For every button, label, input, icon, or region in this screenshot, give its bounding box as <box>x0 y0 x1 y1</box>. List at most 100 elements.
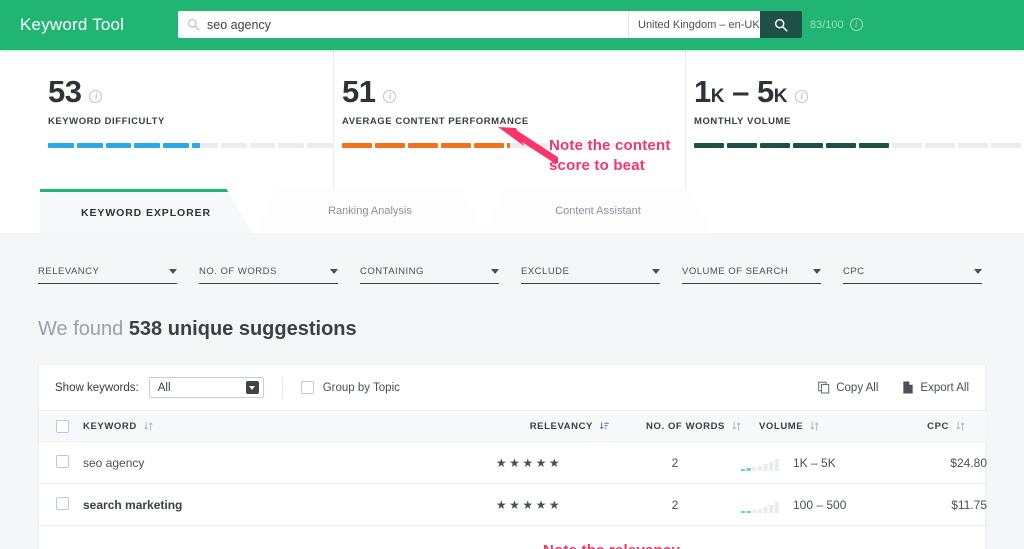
col-cpc[interactable]: CPC <box>921 410 987 442</box>
file-export-icon <box>903 381 914 394</box>
col-cpc-label: CPC <box>927 420 949 432</box>
segment <box>163 143 189 148</box>
metric-value: 53 i <box>48 76 333 107</box>
quota-count: 83/100 <box>810 18 844 31</box>
chevron-down-icon <box>491 269 499 274</box>
select-all-checkbox[interactable] <box>56 419 69 433</box>
results-count: 538 unique suggestions <box>128 318 357 340</box>
export-all-button[interactable]: Export All <box>902 381 969 394</box>
table-toolbar: Show keywords: All Group by Topic Copy A… <box>39 365 985 410</box>
volume-text: 100 – 500 <box>793 497 847 512</box>
copy-all-button[interactable]: Copy All <box>818 381 878 394</box>
sort-icon[interactable] <box>810 421 819 431</box>
info-icon[interactable]: i <box>849 18 863 31</box>
info-icon[interactable]: i <box>794 90 808 103</box>
tab-keyword-explorer[interactable]: KEYWORD EXPLORER <box>40 189 252 233</box>
col-select-all[interactable] <box>39 410 83 442</box>
sort-icon[interactable] <box>956 421 965 431</box>
segment <box>76 143 103 148</box>
sort-desc-icon[interactable] <box>600 421 609 431</box>
difficulty-segment-bar <box>48 143 333 148</box>
filter-volume-of-search[interactable]: VOLUME OF SEARCH <box>682 266 821 284</box>
search-submit-button[interactable] <box>760 11 802 38</box>
results-summary: We found 538 unique suggestions <box>38 318 357 341</box>
table-row[interactable]: search marketing ★★★★★ 2 100 – 500 $11.75 <box>39 483 987 526</box>
col-relevancy[interactable]: RELEVANCY <box>449 410 609 442</box>
show-keywords-select[interactable]: All <box>148 377 264 398</box>
brand-title: Keyword Tool <box>20 15 125 34</box>
segment <box>220 143 247 148</box>
segment <box>727 143 757 148</box>
keyword-text: seo agency <box>83 455 145 470</box>
app-header: Keyword Tool United Kingdom – en-UK <box>0 0 1024 50</box>
segment <box>991 143 1021 148</box>
volume-sparkline-icon <box>741 458 779 471</box>
filter-exclude[interactable]: EXCLUDE <box>521 266 660 284</box>
annotation-arrow-content-score <box>498 127 558 164</box>
cell-keyword[interactable]: search marketing <box>83 483 449 526</box>
sort-icon[interactable] <box>732 421 741 431</box>
filter-label: EXCLUDE <box>521 266 570 277</box>
row-select-cell[interactable] <box>39 441 83 484</box>
cell-volume: 1K – 5K <box>741 441 921 484</box>
tab-content-assistant[interactable]: Content Assistant <box>483 189 713 233</box>
info-icon[interactable]: i <box>383 90 397 103</box>
segment <box>307 143 333 148</box>
col-keyword[interactable]: KEYWORD <box>83 410 449 442</box>
table-header-row: KEYWORD RELEVANCY NO. OF WORDS VOLUME CP… <box>39 410 987 442</box>
table-row[interactable]: seo agency ★★★★★ 2 1K – 5K $24.80 <box>39 441 987 484</box>
row-checkbox[interactable] <box>56 496 69 510</box>
chevron-down-icon <box>974 269 982 274</box>
search-bar: United Kingdom – en-UK <box>178 11 802 38</box>
main-content: RELEVANCY NO. OF WORDS CONTAINING EXCLUD… <box>0 233 1024 549</box>
keyword-text: search marketing <box>83 497 183 512</box>
segment <box>249 143 276 148</box>
segment <box>958 143 988 148</box>
search-icon <box>774 18 788 31</box>
col-no-of-words[interactable]: NO. OF WORDS <box>609 410 741 442</box>
filter-label: VOLUME OF SEARCH <box>682 266 789 277</box>
cell-cpc: $11.75 <box>921 483 987 526</box>
keyword-tool-app: Keyword Tool United Kingdom – en-UK <box>0 0 1024 549</box>
segment <box>278 143 305 148</box>
info-icon[interactable]: i <box>89 90 103 103</box>
chevron-down-icon <box>169 269 177 274</box>
cell-keyword[interactable]: seo agency <box>83 441 449 484</box>
segment <box>408 143 438 148</box>
cell-cpc: $24.80 <box>921 441 987 484</box>
filter-no-of-words[interactable]: NO. OF WORDS <box>199 266 338 284</box>
sort-icon[interactable] <box>144 421 153 431</box>
filter-label: CPC <box>843 266 865 277</box>
search-input[interactable] <box>207 12 607 37</box>
col-no-of-words-label: NO. OF WORDS <box>646 420 725 432</box>
segment <box>760 143 790 148</box>
cell-relevancy: ★★★★★ <box>449 483 609 526</box>
tab-ranking-analysis[interactable]: Ranking Analysis <box>255 189 485 233</box>
volume-segment-bar <box>694 143 1024 148</box>
tab-label: KEYWORD EXPLORER <box>81 206 211 219</box>
filter-relevancy[interactable]: RELEVANCY <box>38 266 177 284</box>
locale-select[interactable]: United Kingdom – en-UK <box>628 11 766 38</box>
export-all-label: Export All <box>920 381 969 394</box>
metrics-panel: 53 i KEYWORD DIFFICULTY 51 i AVERAGE CON… <box>0 50 1024 189</box>
col-relevancy-label: RELEVANCY <box>529 420 593 432</box>
filter-containing[interactable]: CONTAINING <box>360 266 499 284</box>
table-head: KEYWORD RELEVANCY NO. OF WORDS VOLUME CP… <box>39 410 987 442</box>
row-checkbox[interactable] <box>56 454 69 468</box>
keywords-card: Show keywords: All Group by Topic Copy A… <box>38 364 987 549</box>
row-select-cell[interactable] <box>39 483 83 526</box>
filter-cpc[interactable]: CPC <box>843 266 982 284</box>
segment <box>793 143 823 148</box>
search-box[interactable] <box>178 11 628 38</box>
col-volume[interactable]: VOLUME <box>741 410 921 442</box>
cell-no-of-words: 2 <box>609 441 741 484</box>
annotation-content-score: Note the content score to beat <box>549 137 671 175</box>
segment <box>375 143 405 148</box>
col-keyword-label: KEYWORD <box>83 420 137 432</box>
group-by-topic-checkbox[interactable]: Group by Topic <box>300 381 400 394</box>
chevron-down-icon <box>652 269 660 274</box>
metric-value-text: 1K – 5K <box>694 74 787 109</box>
metric-keyword-difficulty: 53 i KEYWORD DIFFICULTY <box>0 50 333 189</box>
cell-relevancy: ★★★★★ <box>449 441 609 484</box>
show-keywords-label: Show keywords: <box>55 381 139 394</box>
